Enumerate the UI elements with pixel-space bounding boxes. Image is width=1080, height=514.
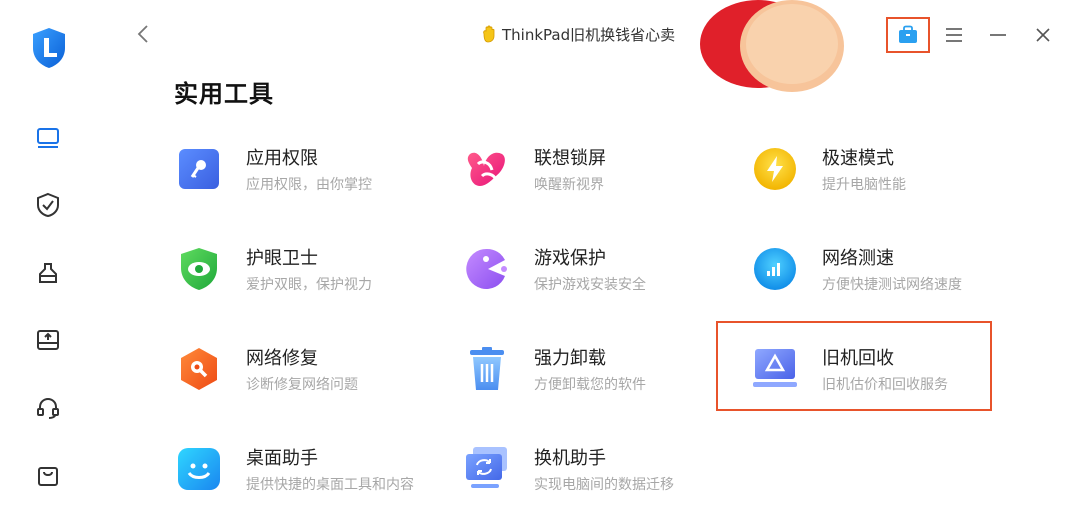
wrench-hex-icon xyxy=(174,344,224,394)
tool-recycle[interactable]: 旧机回收 旧机估价和回收服务 xyxy=(750,344,1020,404)
monitor-icon xyxy=(37,128,59,148)
trash-icon xyxy=(462,344,512,394)
chevron-left-icon xyxy=(137,25,148,43)
tool-game-protect[interactable]: 游戏保护 保护游戏安装安全 xyxy=(462,244,732,304)
sidebar-item-store[interactable] xyxy=(30,457,66,493)
tool-speed-test[interactable]: 网络测速 方便快捷测试网络速度 xyxy=(750,244,1020,304)
tool-lock-screen[interactable]: 联想锁屏 唤醒新视界 xyxy=(462,144,732,204)
sidebar xyxy=(0,0,96,514)
tool-desc: 方便卸载您的软件 xyxy=(534,377,646,393)
shopping-bag-icon xyxy=(38,467,58,486)
smile-face-icon xyxy=(174,444,224,494)
tool-name: 应用权限 xyxy=(246,148,318,169)
waving-hand-icon xyxy=(483,25,495,43)
sidebar-item-clean[interactable] xyxy=(30,255,66,291)
tool-turbo-mode[interactable]: 极速模式 提升电脑性能 xyxy=(750,144,1020,204)
shield-check-icon xyxy=(37,192,59,218)
sidebar-item-home[interactable] xyxy=(30,120,66,156)
briefcase-icon xyxy=(899,25,917,43)
tool-network-repair[interactable]: 网络修复 诊断修复网络问题 xyxy=(174,344,444,404)
tool-name: 网络测速 xyxy=(822,248,894,269)
tool-name: 强力卸载 xyxy=(534,348,606,369)
sidebar-item-drivers[interactable] xyxy=(30,322,66,358)
menu-button[interactable] xyxy=(936,18,972,52)
pacman-icon xyxy=(462,244,512,294)
recycle-laptop-icon xyxy=(750,344,800,394)
tool-desc: 实现电脑间的数据迁移 xyxy=(534,477,674,493)
tool-desc: 保护游戏安装安全 xyxy=(534,277,646,293)
finger-sticker-icon xyxy=(700,0,844,92)
migrate-monitor-icon xyxy=(462,444,512,494)
tool-desc: 应用权限，由你掌控 xyxy=(246,177,372,193)
tool-name: 联想锁屏 xyxy=(534,148,606,169)
tool-desc: 唤醒新视界 xyxy=(534,177,604,193)
clean-icon xyxy=(39,263,57,283)
download-box-icon xyxy=(37,330,59,350)
tool-name: 游戏保护 xyxy=(534,248,606,269)
toolbox-button[interactable] xyxy=(886,17,930,53)
tool-desc: 旧机估价和回收服务 xyxy=(822,377,948,393)
promo-text: ThinkPad旧机换钱省心卖 xyxy=(502,25,676,44)
tool-desc: 方便快捷测试网络速度 xyxy=(822,277,962,293)
sidebar-item-security[interactable] xyxy=(30,187,66,223)
sidebar-item-service[interactable] xyxy=(30,390,66,426)
tool-name: 旧机回收 xyxy=(822,348,894,369)
app-logo-icon xyxy=(30,26,68,70)
tool-name: 换机助手 xyxy=(534,448,606,469)
tool-eye-care[interactable]: 护眼卫士 爱护双眼，保护视力 xyxy=(174,244,444,304)
tool-desc: 提供快捷的桌面工具和内容 xyxy=(246,477,414,493)
tool-migration-assistant[interactable]: 换机助手 实现电脑间的数据迁移 xyxy=(462,444,732,504)
lock-screen-icon xyxy=(462,144,512,194)
app-window: ThinkPad旧机换钱省心卖 实用工具 应用权限 应用权限，由你掌控 联想锁屏… xyxy=(0,0,1080,514)
back-button[interactable] xyxy=(132,22,154,46)
minimize-button[interactable] xyxy=(980,18,1016,52)
tool-name: 极速模式 xyxy=(822,148,894,169)
minimize-icon xyxy=(990,34,1006,36)
tool-name: 网络修复 xyxy=(246,348,318,369)
promo-banner[interactable]: ThinkPad旧机换钱省心卖 xyxy=(480,22,675,46)
tool-desc: 爱护双眼，保护视力 xyxy=(246,277,372,293)
tool-desc: 诊断修复网络问题 xyxy=(246,377,358,393)
eye-shield-icon xyxy=(174,244,224,294)
lightning-icon xyxy=(750,144,800,194)
headset-icon xyxy=(37,397,59,419)
close-icon xyxy=(1036,28,1050,42)
tool-app-permission[interactable]: 应用权限 应用权限，由你掌控 xyxy=(174,144,444,204)
close-button[interactable] xyxy=(1025,18,1061,52)
tool-name: 护眼卫士 xyxy=(246,248,318,269)
tool-desktop-assistant[interactable]: 桌面助手 提供快捷的桌面工具和内容 xyxy=(174,444,444,504)
page-title: 实用工具 xyxy=(174,80,274,108)
tool-force-uninstall[interactable]: 强力卸载 方便卸载您的软件 xyxy=(462,344,732,404)
hamburger-menu-icon xyxy=(946,28,962,42)
signal-icon xyxy=(750,244,800,294)
tool-name: 桌面助手 xyxy=(246,448,318,469)
key-icon xyxy=(174,144,224,194)
tool-desc: 提升电脑性能 xyxy=(822,177,906,193)
